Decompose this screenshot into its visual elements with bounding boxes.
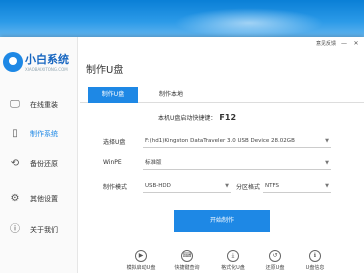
tab-make-local[interactable]: 制作本地 — [146, 87, 196, 103]
format-select[interactable]: NTFS ▼ — [263, 180, 331, 193]
tab-bar: 制作U盘 制作本地 — [80, 87, 364, 103]
sidebar-item-about-us[interactable]: ⓘ 关于我们 — [0, 221, 78, 241]
page-title: 制作U盘 — [86, 65, 124, 76]
restore-usb-button[interactable]: ↺ 还原U盘 — [256, 250, 294, 273]
info-icon: ⓘ — [10, 224, 20, 235]
usb-info-button[interactable]: ℹ U盘信息 — [296, 250, 334, 273]
chevron-down-icon: ▼ — [325, 183, 329, 189]
app-window: 小白系统 XIAOBAIXITONG.COM 🖵 在线重装 ▯ 制作系统 ⟲ 备… — [0, 37, 364, 273]
mode-select[interactable]: USB-HDD ▼ — [143, 180, 231, 193]
mode-select-label: 制作模式 — [103, 184, 128, 191]
sidebar-item-label: 备份还原 — [30, 160, 58, 168]
usb-select-value: F:(hd1)Kingston DataTraveler 3.0 USB Dev… — [145, 138, 295, 144]
format-usb-label: 格式化U盘 — [221, 265, 245, 271]
window-controls: 意见反馈 — ✕ — [316, 40, 360, 47]
winpe-select-row: WinPE 标准版 ▼ — [103, 157, 333, 171]
mode-select-value: USB-HDD — [145, 183, 171, 189]
app-name: 小白系统 — [25, 53, 69, 66]
mode-format-row: 制作模式 USB-HDD ▼ 分区格式 NTFS ▼ — [103, 180, 333, 194]
sidebar-item-backup-restore[interactable]: ⟲ 备份还原 — [0, 155, 78, 175]
chevron-down-icon: ▼ — [325, 138, 329, 144]
boot-key-info: 本机U盘启动快捷键： F12 — [158, 113, 236, 122]
boot-key-text: 本机U盘启动快捷键： — [158, 115, 217, 122]
minimize-button[interactable]: — — [340, 40, 348, 47]
play-icon: ▶ — [135, 250, 147, 262]
close-button[interactable]: ✕ — [352, 40, 360, 47]
desktop-glow — [174, 8, 324, 38]
simulate-boot-label: 模拟启动U盘 — [126, 265, 156, 271]
sidebar-item-label: 其他设置 — [30, 195, 58, 203]
winpe-select-value: 标准版 — [145, 160, 162, 166]
start-make-button[interactable]: 开始制作 — [174, 210, 270, 232]
app-url: XIAOBAIXITONG.COM — [25, 67, 68, 72]
usb-select-row: 选择U盘 F:(hd1)Kingston DataTraveler 3.0 US… — [103, 135, 333, 149]
bottom-toolbar: ▶ 模拟启动U盘 ⌨ 快捷键查询 ⤓ 格式化U盘 ↺ 还原U盘 ℹ U盘信息 — [78, 250, 364, 273]
format-usb-button[interactable]: ⤓ 格式化U盘 — [214, 250, 252, 273]
logo-icon — [3, 52, 23, 72]
restore-usb-label: 还原U盘 — [265, 265, 285, 271]
sidebar-item-label: 在线重装 — [30, 101, 58, 109]
sidebar-item-online-reinstall[interactable]: 🖵 在线重装 — [0, 96, 78, 116]
format-select-value: NTFS — [265, 183, 280, 189]
usb-info-label: U盘信息 — [305, 265, 325, 271]
hotkey-query-label: 快捷键查询 — [174, 265, 200, 271]
format-select-label: 分区格式 — [236, 184, 261, 191]
usb-icon: ▯ — [12, 128, 18, 139]
monitor-icon: 🖵 — [10, 99, 20, 110]
feedback-link[interactable]: 意见反馈 — [316, 40, 336, 47]
usb-info-icon: ℹ — [309, 250, 321, 262]
settings-icon: ⚙ — [10, 193, 20, 204]
chevron-down-icon: ▼ — [225, 183, 229, 189]
winpe-select[interactable]: 标准版 ▼ — [143, 157, 331, 170]
hotkey-query-button[interactable]: ⌨ 快捷键查询 — [168, 250, 206, 273]
sidebar-item-make-system[interactable]: ▯ 制作系统 — [0, 125, 78, 145]
chevron-down-icon: ▼ — [325, 160, 329, 166]
sidebar-item-label: 关于我们 — [30, 226, 58, 234]
tab-make-usb[interactable]: 制作U盘 — [88, 87, 138, 103]
format-icon: ⤓ — [227, 250, 239, 262]
keyboard-icon: ⌨ — [181, 250, 193, 262]
sidebar-item-label: 制作系统 — [30, 130, 58, 138]
usb-select[interactable]: F:(hd1)Kingston DataTraveler 3.0 USB Dev… — [143, 135, 331, 148]
sidebar: 小白系统 XIAOBAIXITONG.COM 🖵 在线重装 ▯ 制作系统 ⟲ 备… — [0, 37, 78, 273]
usb-select-label: 选择U盘 — [103, 139, 126, 146]
app-logo: 小白系统 XIAOBAIXITONG.COM — [3, 50, 77, 82]
backup-icon: ⟲ — [10, 158, 20, 169]
sidebar-item-other-settings[interactable]: ⚙ 其他设置 — [0, 190, 78, 210]
boot-key-value: F12 — [219, 113, 237, 122]
restore-icon: ↺ — [269, 250, 281, 262]
winpe-select-label: WinPE — [103, 159, 122, 166]
simulate-boot-button[interactable]: ▶ 模拟启动U盘 — [122, 250, 160, 273]
main-panel: 意见反馈 — ✕ 制作U盘 制作U盘 制作本地 本机U盘启动快捷键： F12 选择… — [78, 37, 364, 273]
